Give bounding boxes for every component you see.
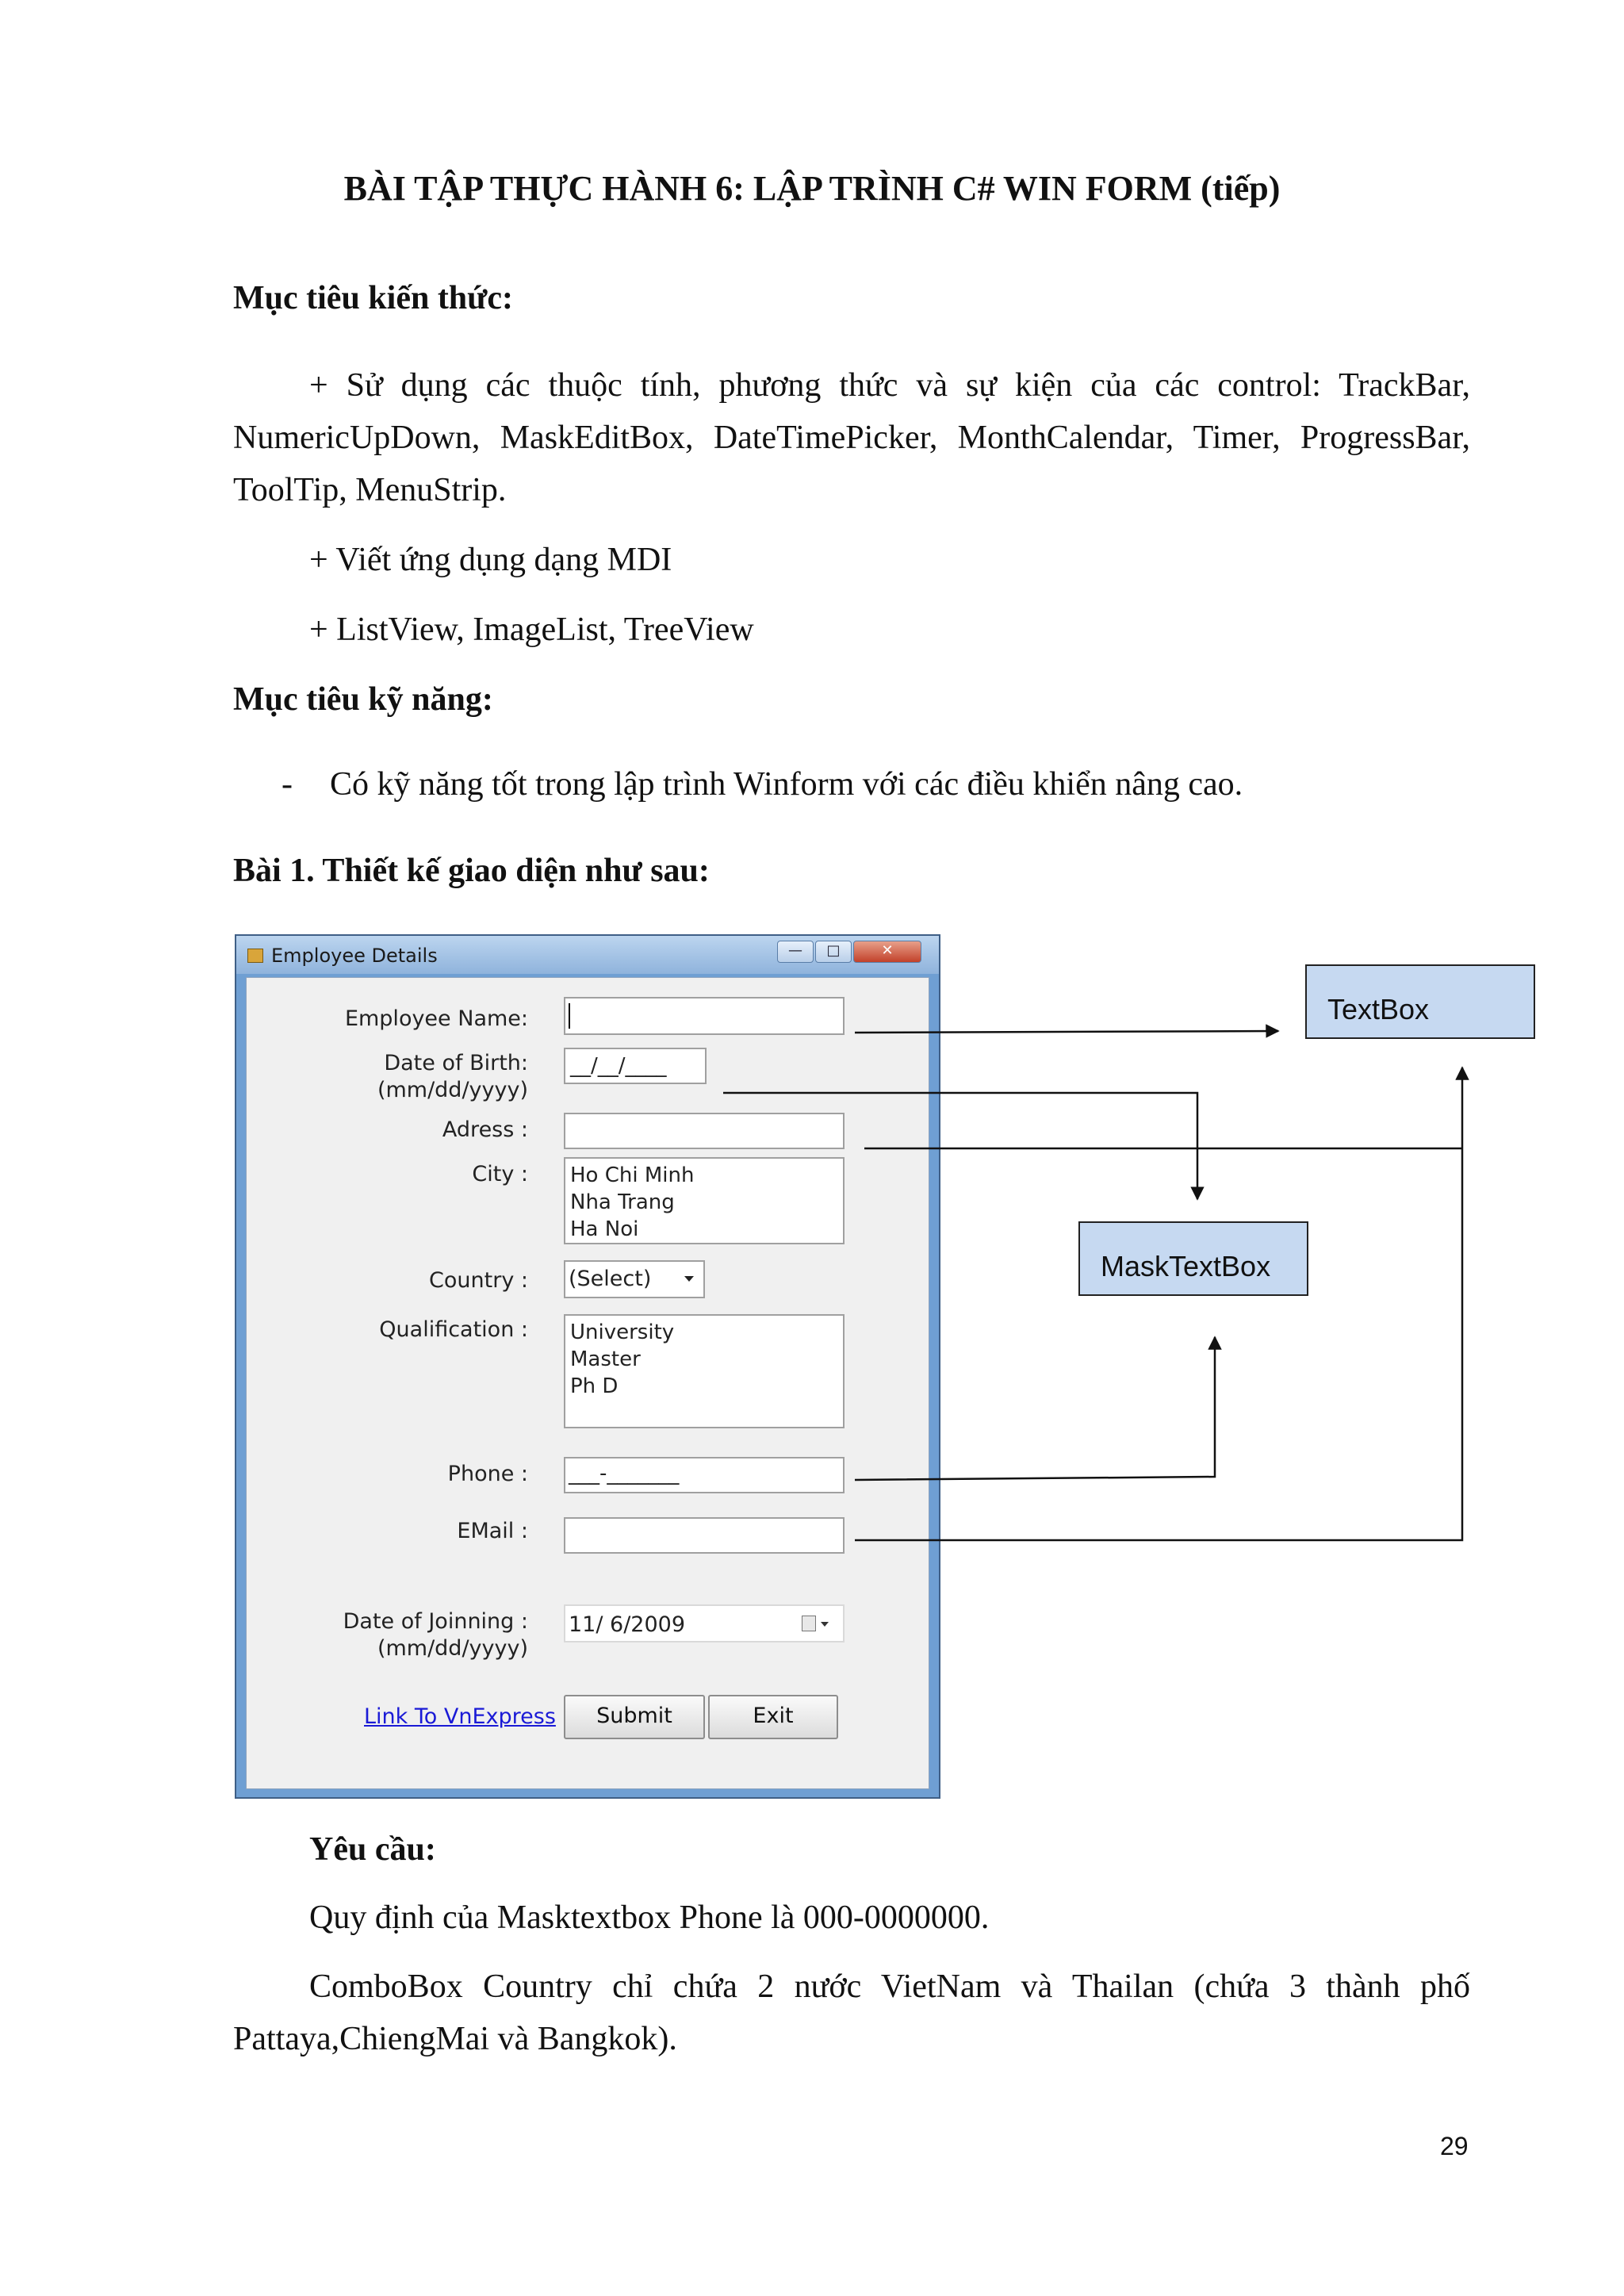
- arrow-phone-to-masktextbox: [854, 1336, 1222, 1481]
- connector-arrows: [723, 1024, 1469, 1542]
- arrow-name-to-textbox: [854, 1024, 1280, 1038]
- requirement-1: Quy định của Masktextbox Phone là 000-00…: [309, 1899, 990, 1936]
- requirement-2: ComboBox Country chỉ chứa 2 nước VietNam…: [233, 1968, 1470, 2057]
- arrow-email-to-textbox: [855, 1066, 1469, 1542]
- arrow-dob-to-masktextbox: [723, 1091, 1205, 1201]
- requirements-heading: Yêu cầu:: [309, 1831, 436, 1868]
- page-number: 29: [1440, 2132, 1469, 2160]
